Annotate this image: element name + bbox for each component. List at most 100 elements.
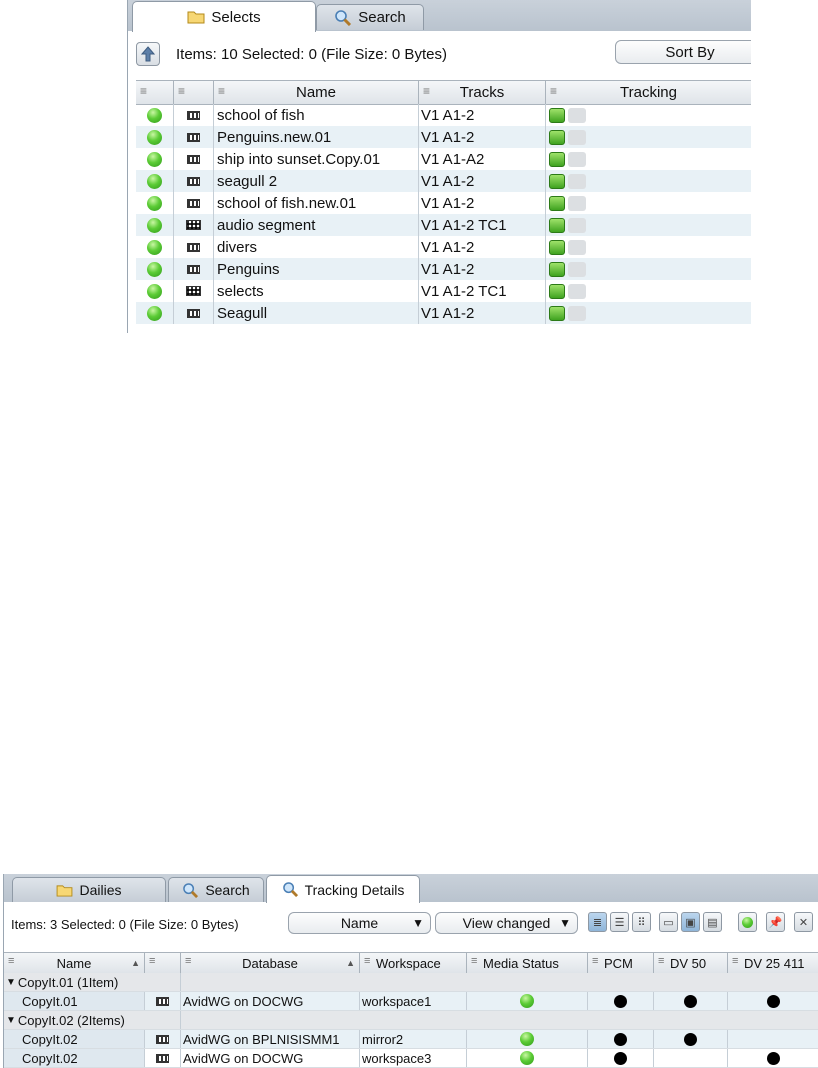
- table-row[interactable]: Seagull V1 A1-2: [136, 302, 751, 324]
- tracking-green-icon: [549, 107, 565, 123]
- group-row[interactable]: ▼ CopyIt.01 (1Item): [4, 973, 818, 992]
- selects-bin-panel: Selects Search Items: 10 Selected: 0 (Fi…: [127, 0, 751, 333]
- column-header-label: Workspace: [376, 955, 441, 971]
- tracking-gray-icon: [568, 305, 586, 321]
- expand-triangle-icon[interactable]: ▼: [6, 977, 16, 988]
- table-row[interactable]: CopyIt.01 AvidWG on DOCWG workspace1: [4, 992, 818, 1011]
- table-row[interactable]: Penguins.new.01 V1 A1-2: [136, 126, 751, 148]
- column-header-media-status[interactable]: ≡ Media Status: [467, 953, 588, 973]
- tracking-gray-icon: [568, 129, 586, 145]
- text-view-icon[interactable]: ☰: [610, 912, 629, 932]
- view-dropdown[interactable]: View changed ▼: [435, 912, 578, 934]
- table-row[interactable]: seagull 2 V1 A1-2: [136, 170, 751, 192]
- column-menu-icon[interactable]: ≡: [364, 955, 370, 967]
- search-icon: [282, 882, 298, 897]
- column-header-row: ≡ Name ▲ ≡ ≡ Database ▲ ≡ Workspace ≡ Medi…: [4, 952, 818, 974]
- column-menu-icon[interactable]: ≡: [8, 955, 14, 967]
- column-header-tracks[interactable]: ≡ Tracks: [419, 81, 546, 104]
- column-header-dv25-411[interactable]: ≡ DV 25 411: [728, 953, 818, 973]
- table-row[interactable]: school of fish.new.01 V1 A1-2: [136, 192, 751, 214]
- column-header-status[interactable]: ≡: [136, 81, 174, 104]
- table-row[interactable]: CopyIt.02 AvidWG on BPLNISISMM1 mirror2: [4, 1030, 818, 1049]
- search-icon: [335, 9, 352, 26]
- table-row[interactable]: ship into sunset.Copy.01 V1 A1-A2: [136, 148, 751, 170]
- row-name: selects: [217, 282, 264, 300]
- tab-selects[interactable]: Selects: [132, 1, 316, 32]
- row-name: CopyIt.02: [22, 1050, 78, 1066]
- clip-icon: [187, 176, 200, 186]
- column-menu-icon[interactable]: ≡: [550, 84, 557, 98]
- tab-dailies[interactable]: Dailies: [12, 877, 166, 902]
- column-header-pcm[interactable]: ≡ PCM: [588, 953, 654, 973]
- dv50-present-icon: [684, 1032, 697, 1046]
- column-header-database[interactable]: ≡ Database ▲: [181, 953, 360, 973]
- pcm-present-icon: [614, 1051, 627, 1065]
- folder-icon: [187, 11, 205, 24]
- layout-two-icon[interactable]: ▣: [681, 912, 700, 932]
- tab-label: Search: [358, 9, 406, 26]
- status-online-icon: [147, 173, 162, 189]
- column-header-name[interactable]: ≡ Name ▲: [4, 953, 145, 973]
- table-row[interactable]: Penguins V1 A1-2: [136, 258, 751, 280]
- column-menu-icon[interactable]: ≡: [423, 84, 430, 98]
- column-header-dv50[interactable]: ≡ DV 50: [654, 953, 728, 973]
- name-dropdown[interactable]: Name ▼: [288, 912, 431, 934]
- tracking-gray-icon: [568, 217, 586, 233]
- column-header-workspace[interactable]: ≡ Workspace: [360, 953, 467, 973]
- column-header-row: ≡ ≡ ≡ Name ≡ Tracks ≡ Tracking: [136, 80, 751, 105]
- column-menu-icon[interactable]: ≡: [658, 955, 664, 967]
- tracking-gray-icon: [568, 239, 586, 255]
- tracking-gray-icon: [568, 151, 586, 167]
- tracking-green-icon: [549, 173, 565, 189]
- layout-three-icon[interactable]: ▤: [703, 912, 722, 932]
- column-menu-icon[interactable]: ≡: [471, 955, 477, 967]
- column-menu-icon[interactable]: ≡: [185, 955, 191, 967]
- column-header-tracking[interactable]: ≡ Tracking: [546, 81, 751, 104]
- group-row[interactable]: ▼ CopyIt.02 (2Items): [4, 1011, 818, 1030]
- media-online-icon: [520, 994, 534, 1008]
- column-header-type[interactable]: ≡: [174, 81, 214, 104]
- table-row[interactable]: selects V1 A1-2 TC1: [136, 280, 751, 302]
- status-online-icon: [147, 217, 162, 233]
- clip-icon: [187, 264, 200, 274]
- status-online-icon: [147, 239, 162, 255]
- table-row[interactable]: school of fish V1 A1-2: [136, 104, 751, 126]
- tracking-green-icon: [549, 195, 565, 211]
- column-menu-icon[interactable]: ≡: [732, 955, 738, 967]
- status-green-icon[interactable]: [738, 912, 757, 932]
- clip-icon: [156, 1034, 169, 1044]
- clip-icon: [156, 1053, 169, 1063]
- dv50-present-icon: [684, 994, 697, 1008]
- row-name: seagull 2: [217, 172, 278, 190]
- table-row[interactable]: divers V1 A1-2: [136, 236, 751, 258]
- close-icon[interactable]: ✕: [794, 912, 813, 932]
- tab-search[interactable]: Search: [316, 4, 424, 30]
- tab-search[interactable]: Search: [168, 877, 264, 902]
- row-name: ship into sunset.Copy.01: [217, 150, 381, 168]
- list-view-icon[interactable]: ≣: [588, 912, 607, 932]
- tracking-green-icon: [549, 261, 565, 277]
- column-header-label: Database: [242, 955, 298, 971]
- media-online-icon: [520, 1051, 534, 1065]
- expand-triangle-icon[interactable]: ▼: [6, 1015, 16, 1026]
- row-name: CopyIt.02: [22, 1031, 78, 1047]
- table-row[interactable]: audio segment V1 A1-2 TC1: [136, 214, 751, 236]
- column-menu-icon[interactable]: ≡: [218, 84, 225, 98]
- table-row[interactable]: CopyIt.02 AvidWG on DOCWG workspace3: [4, 1049, 818, 1068]
- sort-by-button[interactable]: Sort By: [615, 40, 751, 64]
- layout-one-icon[interactable]: ▭: [659, 912, 678, 932]
- column-header-name[interactable]: ≡ Name: [214, 81, 419, 104]
- row-database: AvidWG on DOCWG: [183, 993, 304, 1009]
- dv25-present-icon: [767, 1051, 780, 1065]
- row-tracks: V1 A1-2 TC1: [421, 216, 507, 234]
- column-menu-icon[interactable]: ≡: [140, 84, 147, 98]
- tab-tracking-details[interactable]: Tracking Details: [266, 875, 420, 903]
- column-menu-icon[interactable]: ≡: [149, 955, 155, 967]
- pin-icon[interactable]: 📌: [766, 912, 785, 932]
- up-level-button[interactable]: [136, 42, 160, 66]
- column-menu-icon[interactable]: ≡: [592, 955, 598, 967]
- column-header-type[interactable]: ≡: [145, 953, 181, 973]
- grid-view-icon[interactable]: ⠿: [632, 912, 651, 932]
- status-online-icon: [147, 305, 162, 321]
- column-menu-icon[interactable]: ≡: [178, 84, 185, 98]
